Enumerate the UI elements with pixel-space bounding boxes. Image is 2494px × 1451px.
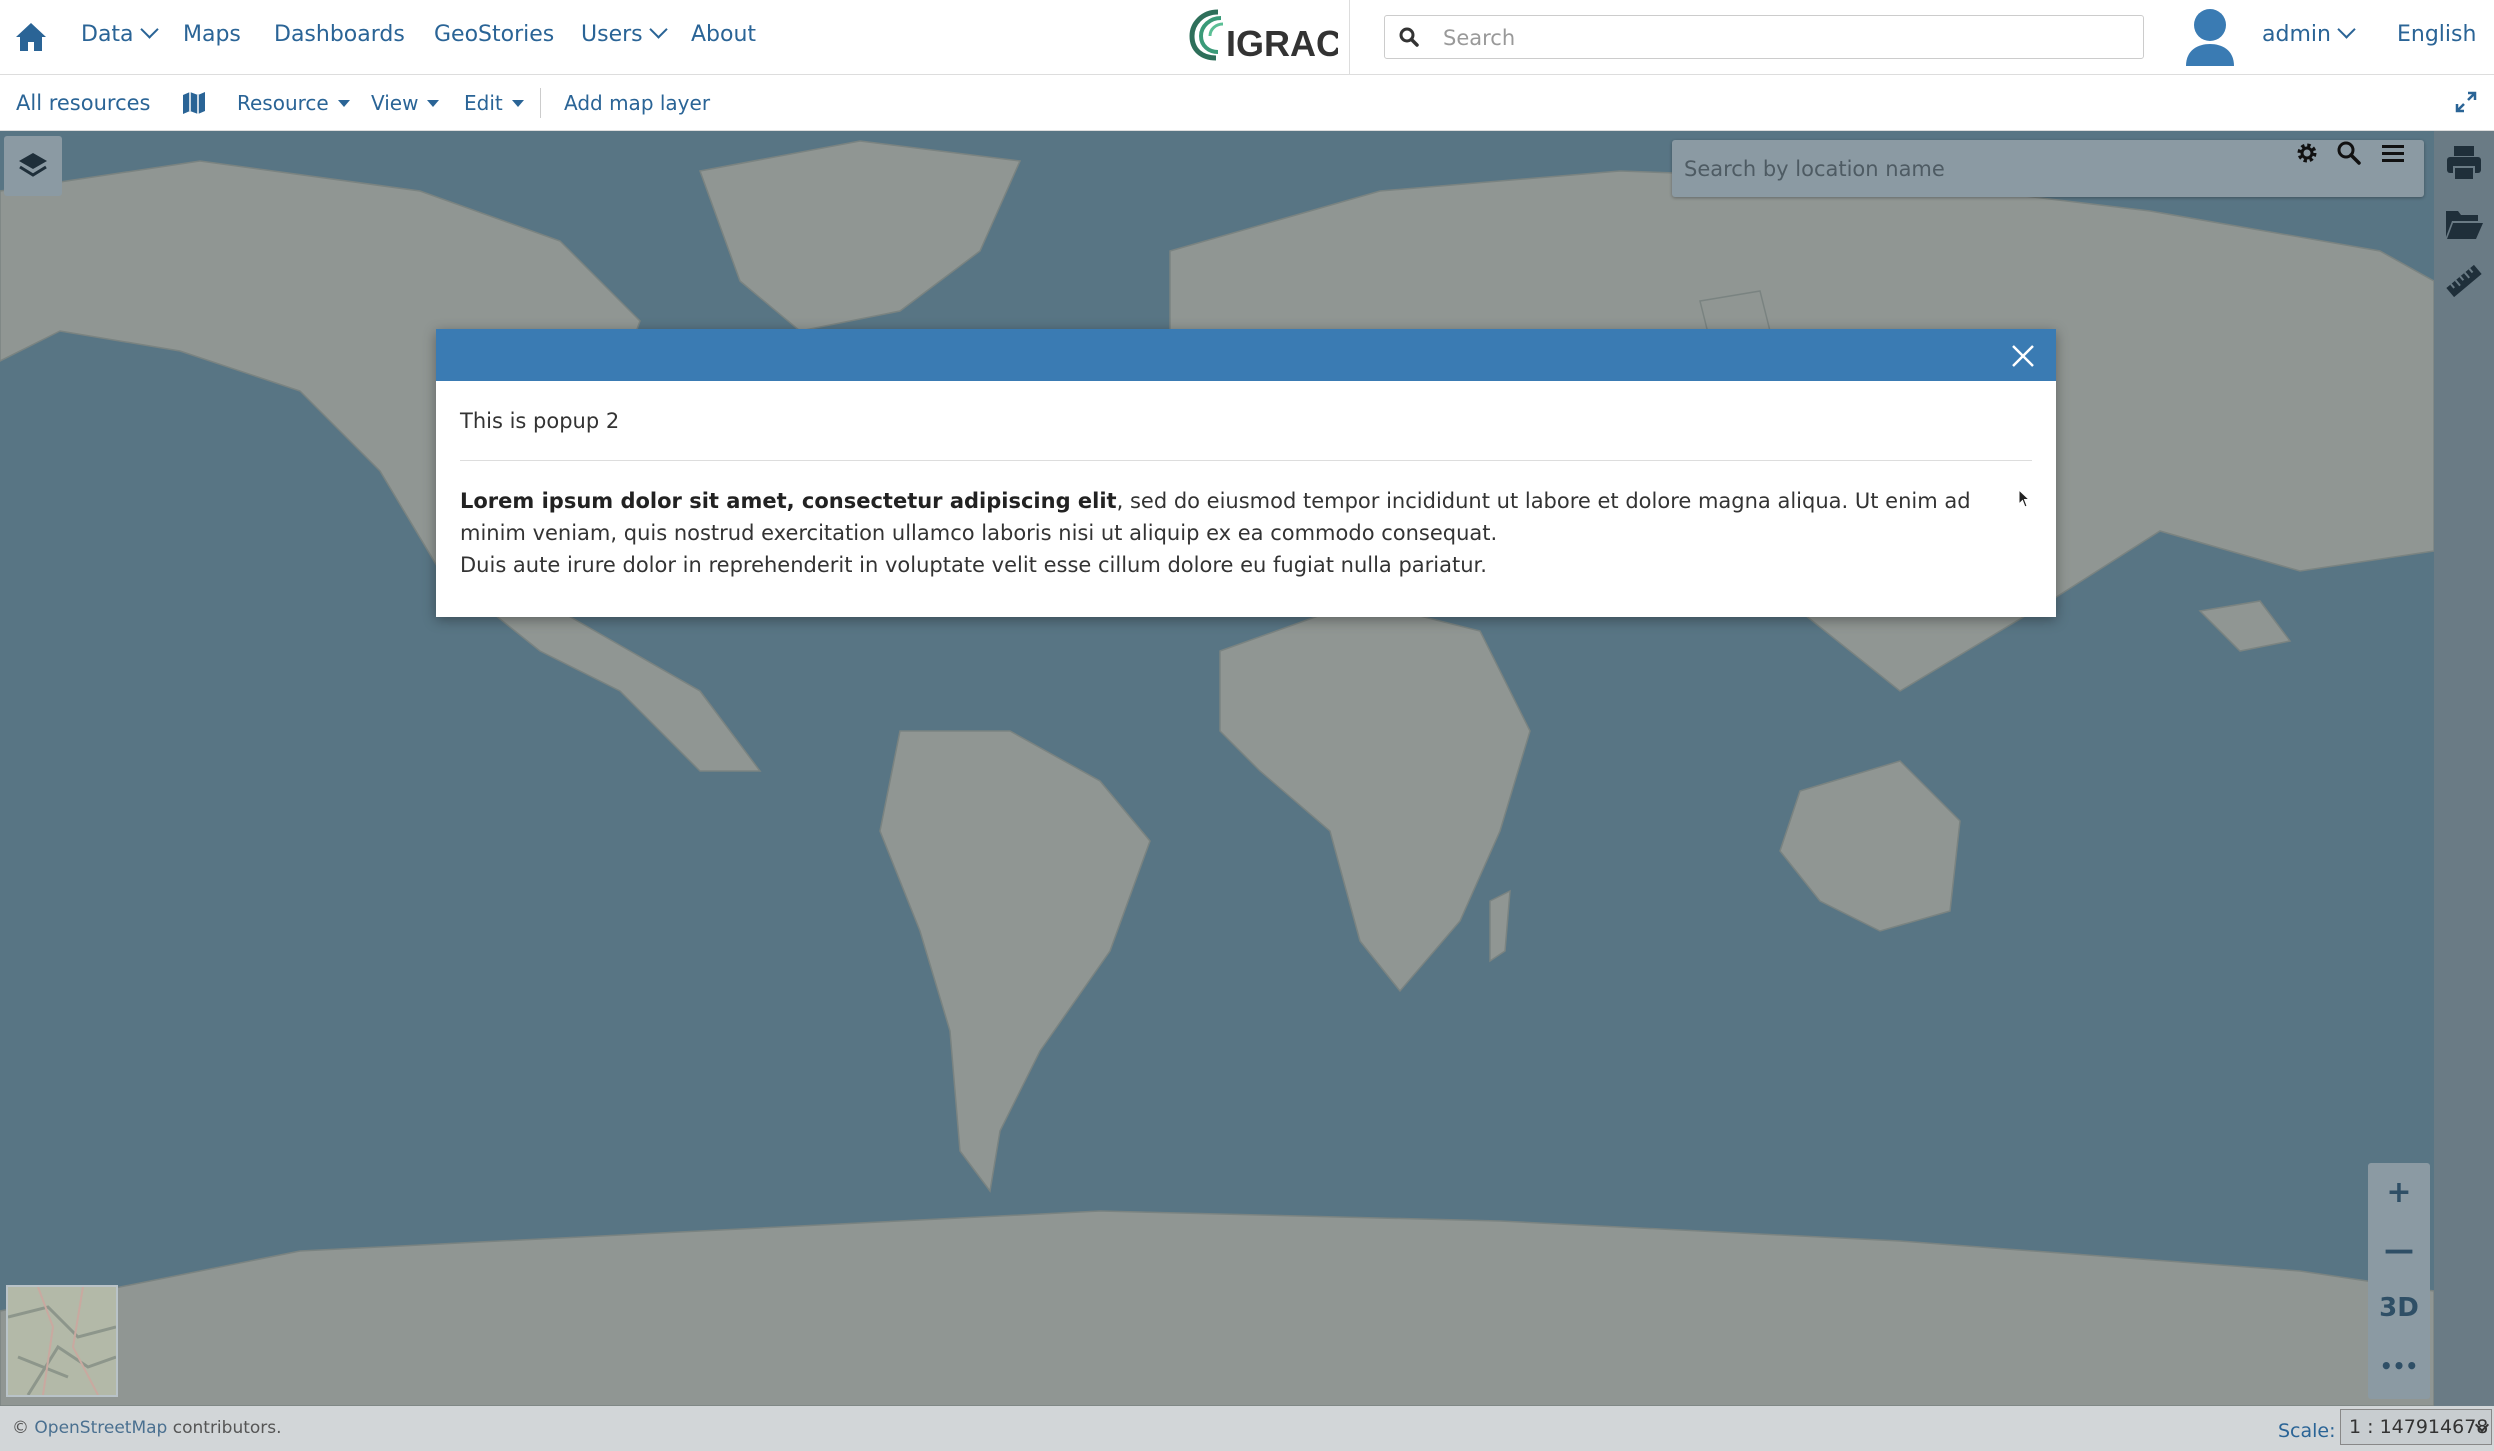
location-search[interactable] (1672, 140, 2424, 197)
layers-toggle-button[interactable] (4, 136, 62, 196)
map-attribution: © OpenStreetMap contributors. (12, 1418, 282, 1438)
search-input[interactable] (1441, 22, 2125, 54)
user-avatar-icon[interactable] (2184, 8, 2236, 68)
nav-geostories[interactable]: GeoStories (434, 22, 554, 47)
menu-icon[interactable] (2380, 140, 2406, 166)
resource-menu[interactable]: Resource (237, 91, 350, 115)
caret-down-icon (337, 100, 350, 107)
all-resources-link[interactable]: All resources (16, 91, 150, 115)
add-map-layer-button[interactable]: Add map layer (564, 91, 710, 115)
language-selector[interactable]: English (2397, 22, 2476, 47)
osm-link[interactable]: OpenStreetMap (34, 1418, 167, 1438)
expand-icon[interactable] (2455, 91, 2477, 113)
nav-maps[interactable]: Maps (183, 22, 241, 47)
chevron-down-icon (139, 20, 159, 39)
top-navbar: Data Maps Dashboards GeoStories Users Ab… (0, 0, 2494, 75)
divider (1349, 0, 1350, 75)
caret-down-icon (511, 100, 524, 107)
home-icon[interactable] (14, 20, 48, 54)
caret-down-icon (427, 100, 440, 107)
svg-text:IGRAC: IGRAC (1226, 23, 1338, 64)
layers-icon (19, 153, 47, 177)
zoom-in-button[interactable]: + (2368, 1163, 2430, 1221)
chevron-down-icon (2337, 20, 2356, 39)
folder-open-icon[interactable] (2444, 203, 2484, 243)
search-icon[interactable] (2336, 140, 2362, 166)
ruler-icon[interactable] (2444, 261, 2484, 301)
user-menu[interactable]: admin (2262, 20, 2356, 47)
popup-title: This is popup 2 (460, 409, 620, 433)
location-search-input[interactable] (1682, 152, 2286, 186)
right-toolbar (2434, 131, 2494, 1406)
chevron-down-icon (648, 20, 668, 39)
gear-icon[interactable] (2294, 140, 2320, 166)
scale-select[interactable]: 1 : 147914678 (2340, 1409, 2492, 1445)
scale-label: Scale: (2278, 1420, 2336, 1442)
popup-bold-text: Lorem ipsum dolor sit amet, consectetur … (460, 489, 1117, 513)
minimap-image (8, 1287, 116, 1395)
close-icon[interactable] (2010, 343, 2036, 369)
print-icon[interactable] (2444, 143, 2484, 183)
divider (460, 460, 2032, 461)
popup-content: Lorem ipsum dolor sit amet, consectetur … (460, 485, 2040, 581)
more-options-button[interactable]: ••• (2368, 1337, 2430, 1395)
popup-text-line2: Duis aute irure dolor in reprehenderit i… (460, 553, 1487, 577)
search-icon (1399, 27, 1419, 47)
cursor-icon (2018, 489, 2031, 508)
overview-minimap[interactable] (6, 1285, 118, 1397)
zoom-out-button[interactable]: — (2368, 1221, 2430, 1279)
popup-dialog: This is popup 2 Lorem ipsum dolor sit am… (436, 329, 2056, 617)
global-search[interactable] (1384, 15, 2144, 59)
map-canvas[interactable]: + — 3D ••• (0, 131, 2434, 1406)
nav-about[interactable]: About (691, 22, 756, 47)
map-footer: © OpenStreetMap contributors. Scale: 1 :… (0, 1406, 2494, 1451)
divider (540, 88, 541, 118)
nav-dashboards[interactable]: Dashboards (274, 22, 405, 47)
nav-data[interactable]: Data (81, 20, 159, 47)
modal-backdrop[interactable] (0, 131, 2434, 1406)
map-icon (183, 92, 205, 114)
resource-toolbar: All resources Resource View Edit Add map… (0, 75, 2494, 131)
map-controls: + — 3D ••• (2368, 1163, 2430, 1399)
edit-menu[interactable]: Edit (464, 91, 524, 115)
nav-users[interactable]: Users (581, 20, 668, 47)
popup-header (436, 329, 2056, 381)
view-menu[interactable]: View (371, 91, 440, 115)
3d-toggle-button[interactable]: 3D (2368, 1279, 2430, 1337)
igrac-logo[interactable]: IGRAC (1188, 6, 1338, 64)
